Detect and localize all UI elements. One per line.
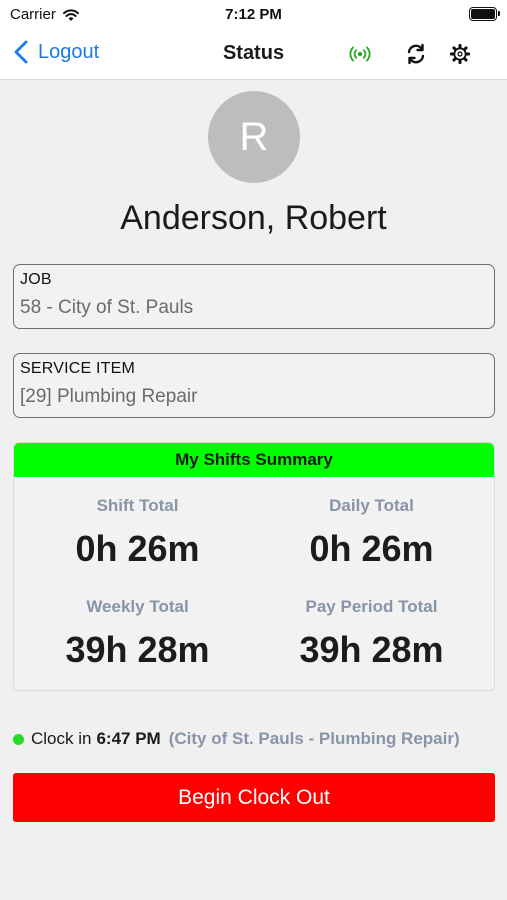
shift-total-label: Shift Total — [96, 496, 179, 515]
shift-total-value: 0h 26m — [75, 528, 200, 569]
job-label: JOB — [20, 271, 52, 288]
refresh-icon[interactable] — [403, 41, 429, 67]
shifts-summary-card: My Shifts Summary Shift Total 0h 26m Dai… — [13, 442, 495, 691]
daily-total-value: 0h 26m — [309, 528, 434, 569]
daily-total: Daily Total 0h 26m — [254, 496, 489, 570]
begin-clock-out-button[interactable]: Begin Clock Out — [13, 773, 495, 822]
service-item-label: SERVICE ITEM — [20, 360, 136, 377]
avatar: R — [208, 91, 300, 183]
nav-bar: Logout Status — [0, 30, 507, 80]
battery-icon — [469, 7, 500, 21]
pay-period-total-label: Pay Period Total — [305, 597, 438, 616]
weekly-total-label: Weekly Total — [86, 597, 189, 616]
status-bar: Carrier 7:12 PM — [0, 0, 507, 30]
service-item-value: [29] Plumbing Repair — [20, 386, 198, 407]
weekly-total: Weekly Total 39h 28m — [20, 597, 255, 671]
daily-total-label: Daily Total — [329, 496, 414, 515]
job-field[interactable]: JOB 58 - City of St. Pauls — [13, 264, 495, 329]
shift-total: Shift Total 0h 26m — [20, 496, 255, 570]
gear-icon[interactable] — [447, 41, 473, 67]
summary-title: My Shifts Summary — [14, 443, 494, 477]
pay-period-total: Pay Period Total 39h 28m — [254, 597, 489, 671]
clock-in-detail: (City of St. Pauls - Plumbing Repair) — [168, 729, 460, 748]
pay-period-total-value: 39h 28m — [299, 629, 444, 670]
weekly-total-value: 39h 28m — [65, 629, 210, 670]
job-value: 58 - City of St. Pauls — [20, 297, 194, 318]
clock-in-info: Clock in 6:47 PM (City of St. Pauls - Pl… — [13, 729, 460, 749]
status-time: 7:12 PM — [225, 6, 282, 23]
signal-icon[interactable] — [347, 41, 373, 67]
service-item-field[interactable]: SERVICE ITEM [29] Plumbing Repair — [13, 353, 495, 418]
user-name: Anderson, Robert — [120, 199, 387, 237]
status-dot-icon — [13, 733, 24, 745]
page-title: Status — [222, 42, 285, 64]
clock-in-prefix: Clock in — [31, 729, 92, 748]
clock-in-time: 6:47 PM — [96, 729, 161, 748]
